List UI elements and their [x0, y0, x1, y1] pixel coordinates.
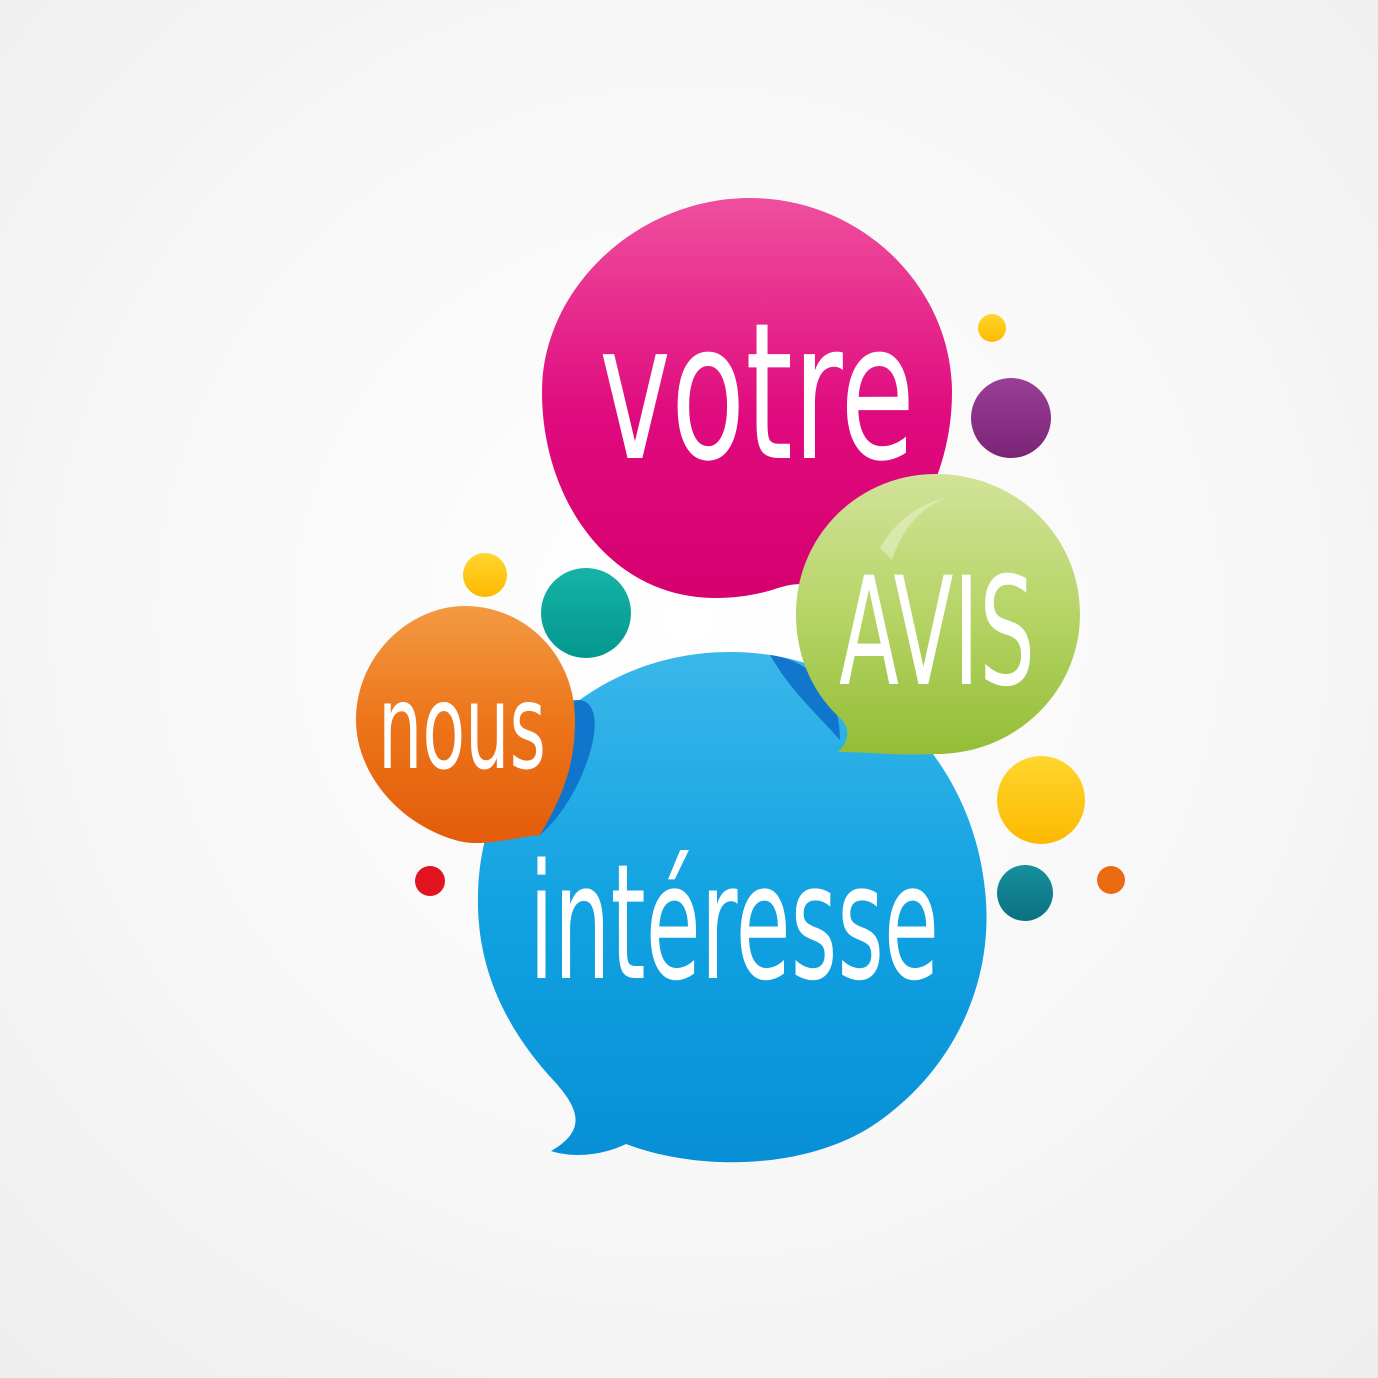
yellow-dot-left — [463, 553, 507, 597]
yellow-dot-small-top — [978, 314, 1006, 342]
word-avis: AVIS — [839, 546, 1035, 720]
feedback-bubbles-illustration: votre AVIS nous intéresse — [356, 198, 1125, 1163]
yellow-dot-large-right — [997, 756, 1085, 844]
orange-dot-small — [1097, 866, 1125, 894]
teal-dot — [541, 568, 631, 658]
word-nous: nous — [378, 658, 546, 796]
dark-teal-dot — [997, 865, 1053, 921]
word-votre: votre — [599, 282, 915, 503]
red-dot — [415, 866, 445, 896]
purple-dot — [971, 378, 1051, 458]
word-interesse: intéresse — [529, 829, 939, 1016]
